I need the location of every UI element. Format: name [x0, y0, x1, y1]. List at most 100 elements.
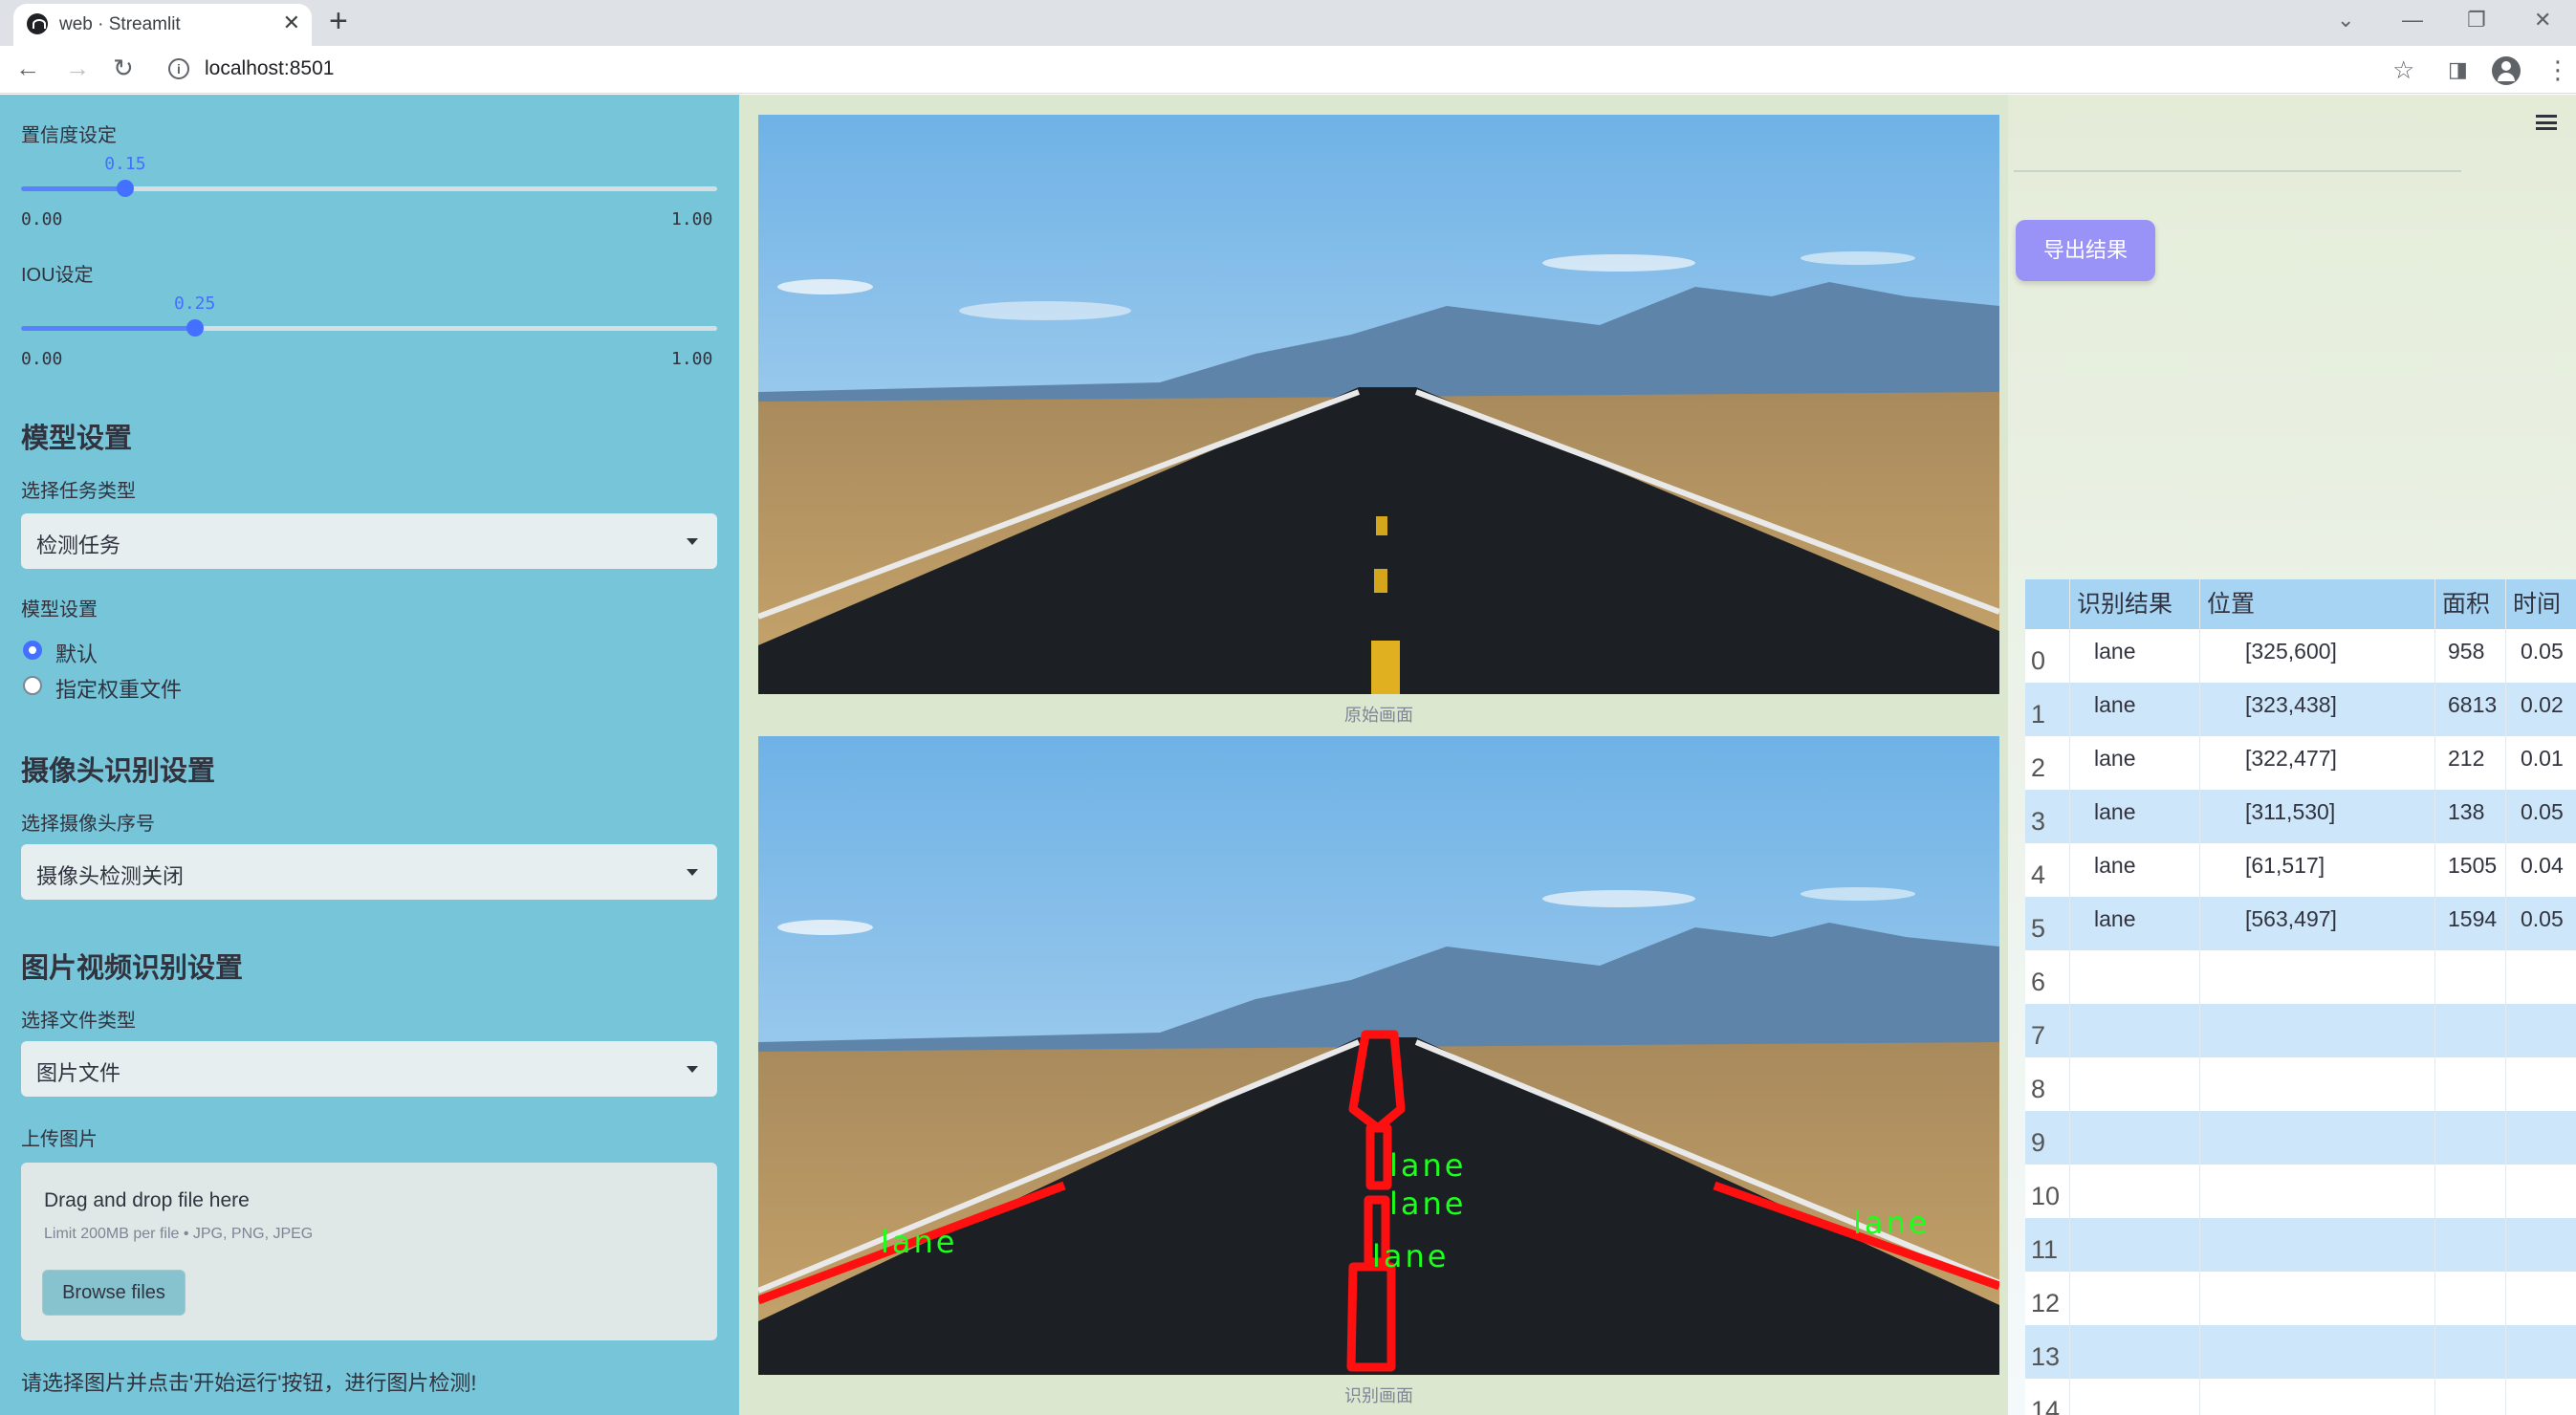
browser-toolbar: ← → ↻ i localhost:8501 ☆ ◨ ⋮: [0, 46, 2576, 94]
reload-icon[interactable]: ↻: [113, 54, 134, 83]
radio-custom-weights-label: 指定权重文件: [55, 678, 183, 702]
row-area: 1505: [2448, 853, 2498, 878]
row-index: 6: [2031, 968, 2046, 996]
row-result: lane: [2094, 639, 2136, 664]
address-bar[interactable]: localhost:8501: [205, 57, 334, 80]
table-row[interactable]: 8: [2025, 1057, 2576, 1111]
row-index: 2: [2031, 753, 2046, 782]
iou-slider[interactable]: [21, 319, 717, 337]
row-time: 0.01: [2521, 746, 2564, 771]
confidence-slider[interactable]: [21, 180, 717, 197]
road-scene-detection: lane lane lane lane lane: [758, 736, 1999, 1375]
row-time: 0.05: [2521, 639, 2564, 664]
detection-label: lane: [1389, 1186, 1466, 1222]
row-time: 0.05: [2521, 906, 2564, 931]
results-table[interactable]: 识别结果 位置 面积 时间 0 lane [325,600] 958 0.05 1 lane…: [2025, 579, 2576, 1415]
result-image: lane lane lane lane lane: [758, 736, 1999, 1375]
row-position: [563,497]: [2245, 906, 2337, 931]
table-row[interactable]: 6: [2025, 950, 2576, 1004]
confidence-max: 1.00: [671, 209, 713, 229]
table-header-position[interactable]: 位置: [2199, 579, 2434, 629]
detection-label: lane: [1372, 1238, 1449, 1274]
radio-default[interactable]: [23, 641, 42, 660]
iou-value: 0.25: [174, 294, 216, 314]
table-row[interactable]: 0 lane [325,600] 958 0.05: [2025, 629, 2576, 683]
table-header-result[interactable]: 识别结果: [2069, 579, 2199, 629]
table-header-area[interactable]: 面积: [2434, 579, 2505, 629]
iou-slider-fill: [21, 326, 195, 331]
browser-tab[interactable]: web · Streamlit ✕: [13, 4, 312, 46]
minimize-icon[interactable]: —: [2402, 8, 2423, 33]
table-row[interactable]: 5 lane [563,497] 1594 0.05: [2025, 897, 2576, 950]
table-row[interactable]: 2 lane [322,477] 212 0.01: [2025, 736, 2576, 790]
row-result: lane: [2094, 746, 2136, 771]
table-row[interactable]: 13: [2025, 1325, 2576, 1379]
table-row[interactable]: 9: [2025, 1111, 2576, 1165]
row-result: lane: [2094, 853, 2136, 878]
table-header-time[interactable]: 时间: [2505, 579, 2576, 629]
task-type-label: 选择任务类型: [21, 481, 136, 502]
column-divider: [2069, 579, 2070, 1415]
original-caption: 原始画面: [1344, 706, 1413, 725]
browse-files-button[interactable]: Browse files: [42, 1270, 186, 1316]
row-area: 6813: [2448, 692, 2498, 717]
camera-index-select[interactable]: 摄像头检测关闭: [21, 844, 717, 900]
export-results-button[interactable]: 导出结果: [2016, 220, 2155, 281]
tab-search-chevron-icon[interactable]: ⌄: [2337, 8, 2354, 33]
task-type-value: 检测任务: [36, 533, 121, 557]
profile-avatar-icon[interactable]: [2492, 56, 2521, 85]
column-divider: [2505, 579, 2506, 1415]
row-index: 4: [2031, 860, 2046, 889]
table-row[interactable]: 14: [2025, 1379, 2576, 1415]
tab-title: web · Streamlit: [59, 14, 181, 34]
camera-section-title: 摄像头识别设置: [21, 756, 216, 787]
side-panel-icon[interactable]: ◨: [2448, 57, 2468, 82]
row-index: 10: [2031, 1182, 2061, 1210]
confidence-label: 置信度设定: [21, 125, 117, 146]
task-type-select[interactable]: 检测任务: [21, 513, 717, 569]
column-divider: [2199, 579, 2200, 1415]
iou-max: 1.00: [671, 349, 713, 369]
confidence-value: 0.15: [104, 154, 146, 174]
table-header-index: [2025, 579, 2069, 629]
table-row[interactable]: 10: [2025, 1165, 2576, 1218]
site-info-icon[interactable]: i: [168, 58, 189, 79]
back-icon[interactable]: ←: [15, 54, 40, 83]
row-area: 212: [2448, 746, 2485, 771]
iou-slider-thumb[interactable]: [186, 319, 204, 337]
row-area: 138: [2448, 799, 2485, 824]
table-row[interactable]: 11: [2025, 1218, 2576, 1272]
table-row[interactable]: 3 lane [311,530] 138 0.05: [2025, 790, 2576, 843]
table-row[interactable]: 12: [2025, 1272, 2576, 1325]
bookmark-star-icon[interactable]: ☆: [2392, 55, 2414, 85]
row-index: 13: [2031, 1342, 2061, 1371]
file-dropzone[interactable]: Drag and drop file here Limit 200MB per …: [21, 1163, 717, 1340]
row-result: lane: [2094, 906, 2136, 931]
row-position: [322,477]: [2245, 746, 2337, 771]
radio-custom-weights[interactable]: [23, 676, 42, 695]
file-type-select[interactable]: 图片文件: [21, 1041, 717, 1097]
table-row[interactable]: 7: [2025, 1004, 2576, 1057]
row-result: lane: [2094, 799, 2136, 824]
road-scene-original: [758, 115, 1999, 694]
close-tab-icon[interactable]: ✕: [283, 11, 300, 35]
dropzone-limit: Limit 200MB per file • JPG, PNG, JPEG: [44, 1226, 314, 1242]
kebab-menu-icon[interactable]: ⋮: [2545, 55, 2570, 85]
hamburger-menu-icon[interactable]: [2536, 115, 2557, 130]
new-tab-icon[interactable]: +: [329, 3, 348, 40]
close-window-icon[interactable]: ✕: [2534, 8, 2551, 33]
table-row[interactable]: 4 lane [61,517] 1505 0.04: [2025, 843, 2576, 897]
confidence-slider-thumb[interactable]: [117, 180, 135, 197]
chevron-down-icon: [687, 538, 698, 545]
row-index: 0: [2031, 646, 2046, 675]
table-row[interactable]: 1 lane [323,438] 6813 0.02: [2025, 683, 2576, 736]
forward-icon[interactable]: →: [65, 54, 90, 83]
restore-icon[interactable]: ❐: [2467, 8, 2486, 33]
model-section-title: 模型设置: [21, 424, 133, 454]
row-index: 1: [2031, 700, 2046, 729]
row-index: 14: [2031, 1396, 2061, 1415]
row-index: 3: [2031, 807, 2046, 836]
radio-default-label: 默认: [55, 642, 98, 666]
file-type-value: 图片文件: [36, 1061, 121, 1085]
row-position: [311,530]: [2245, 799, 2336, 824]
